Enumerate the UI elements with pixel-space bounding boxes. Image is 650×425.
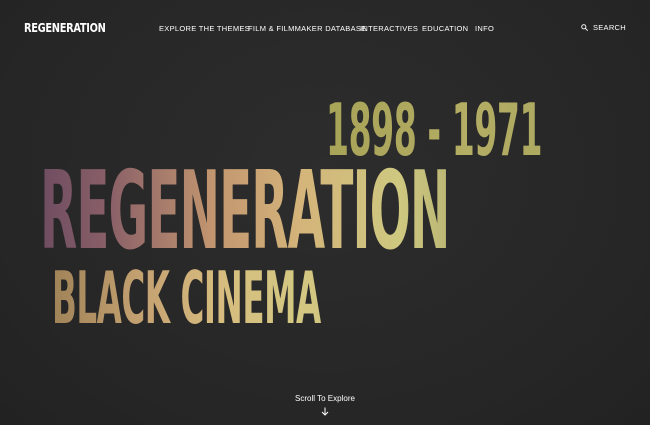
hero: 1898 - 1971 REGENERATION BLACK CINEMA	[0, 0, 650, 425]
scroll-to-explore[interactable]: Scroll To Explore	[0, 394, 650, 421]
hero-title: REGENERATION	[40, 158, 618, 266]
hero-subtitle: BLACK CINEMA	[52, 262, 423, 334]
arrow-down-icon	[321, 407, 329, 416]
scroll-label: Scroll To Explore	[295, 394, 355, 403]
